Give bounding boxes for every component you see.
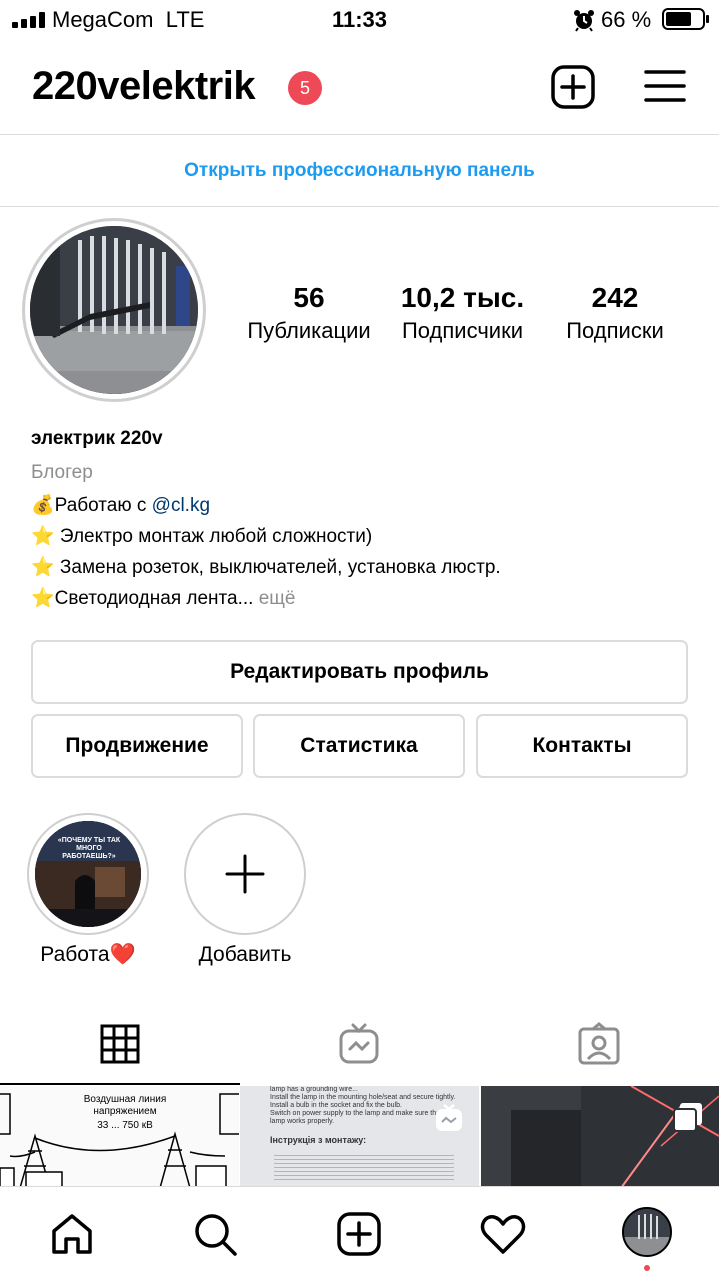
bio-more-link[interactable]: ещё xyxy=(259,588,296,609)
stat-value: 10,2 тыс. xyxy=(400,282,525,313)
plus-icon xyxy=(225,854,265,894)
profile-avatar[interactable] xyxy=(622,1207,672,1257)
new-post-icon[interactable] xyxy=(551,65,595,109)
profile-name: электрик 220v xyxy=(31,428,163,449)
post-caption-voltage: 33 ... 750 кВ xyxy=(97,1120,153,1131)
stat-posts[interactable]: 56 Публикации xyxy=(238,282,380,344)
post-thumbnail[interactable] xyxy=(481,1086,719,1188)
tagged-icon[interactable] xyxy=(577,1022,621,1066)
profile-header: 220velektrik 5 xyxy=(0,56,719,122)
menu-icon[interactable] xyxy=(644,69,686,103)
username-switcher[interactable]: 220velektrik xyxy=(32,64,256,109)
bio-line: ⭐ Замена розеток, выключателей, установк… xyxy=(31,557,501,578)
bio-line: ⭐ Электро монтаж любой сложности) xyxy=(31,526,373,547)
battery-percent: 66 % xyxy=(601,7,652,32)
activity-dot xyxy=(644,1265,650,1271)
post-caption-title: Воздушная линия напряжением xyxy=(83,1094,167,1117)
igtv-icon[interactable] xyxy=(337,1022,381,1066)
post-text-lines xyxy=(274,1152,454,1182)
promotion-button[interactable]: Продвижение xyxy=(31,714,243,778)
activity-icon[interactable] xyxy=(480,1211,526,1257)
home-icon[interactable] xyxy=(49,1211,95,1257)
post-thumbnail[interactable]: lamp has a grounding wire... Install the… xyxy=(240,1086,479,1188)
stat-label: Подписки xyxy=(566,318,664,343)
stat-label: Подписчики xyxy=(401,318,524,343)
post-text-line: Install the lamp in the mounting hole/se… xyxy=(270,1094,456,1101)
stat-following[interactable]: 242 Подписки xyxy=(556,282,674,344)
add-highlight-button[interactable] xyxy=(184,813,306,935)
stat-value: 242 xyxy=(591,282,639,313)
stat-label: Публикации xyxy=(247,318,371,343)
divider xyxy=(0,134,719,135)
divider xyxy=(0,206,719,207)
avatar[interactable] xyxy=(30,226,198,394)
carousel-icon xyxy=(673,1103,702,1132)
status-bar: MegaCom LTE 11:33 66 % xyxy=(0,0,719,40)
highlight-label: Добавить xyxy=(198,943,292,966)
profile-category: Блогер xyxy=(31,462,93,483)
battery-icon xyxy=(662,8,709,30)
grid-icon[interactable] xyxy=(98,1022,142,1066)
new-post-icon[interactable] xyxy=(336,1211,382,1257)
search-icon[interactable] xyxy=(192,1211,238,1257)
highlight-cover-text: «ПОЧЕМУ ТЫ ТАК МНОГО РАБОТАЕШЬ?» xyxy=(57,837,121,860)
highlight-label: Работа❤️ xyxy=(40,943,136,966)
contacts-button[interactable]: Контакты xyxy=(476,714,688,778)
edit-profile-button[interactable]: Редактировать профиль xyxy=(31,640,688,704)
bottom-nav xyxy=(0,1186,719,1280)
active-tab-indicator xyxy=(0,1083,240,1085)
notification-badge[interactable]: 5 xyxy=(288,71,322,105)
post-text-heading: Інструкція з монтажу: xyxy=(270,1135,367,1145)
stat-followers[interactable]: 10,2 тыс. Подписчики xyxy=(390,282,535,344)
professional-dashboard-link[interactable]: Открыть профессиональную панель xyxy=(0,136,719,206)
alarm-icon xyxy=(574,10,594,32)
bio-mention-link[interactable]: @cl.kg xyxy=(152,495,210,516)
bio-line: ⭐Светодиодная лента... ещё xyxy=(31,588,296,609)
post-thumbnail[interactable]: Воздушная линия напряжением 33 ... 750 к… xyxy=(0,1086,239,1188)
igtv-badge-icon xyxy=(436,1104,462,1131)
post-text-line: lamp has a grounding wire... xyxy=(270,1086,358,1093)
stat-value: 56 xyxy=(293,282,325,313)
statistics-button[interactable]: Статистика xyxy=(253,714,465,778)
bio-line: 💰Работаю с @cl.kg xyxy=(31,495,211,516)
highlight-work[interactable]: «ПОЧЕМУ ТЫ ТАК МНОГО РАБОТАЕШЬ?» xyxy=(35,821,141,927)
